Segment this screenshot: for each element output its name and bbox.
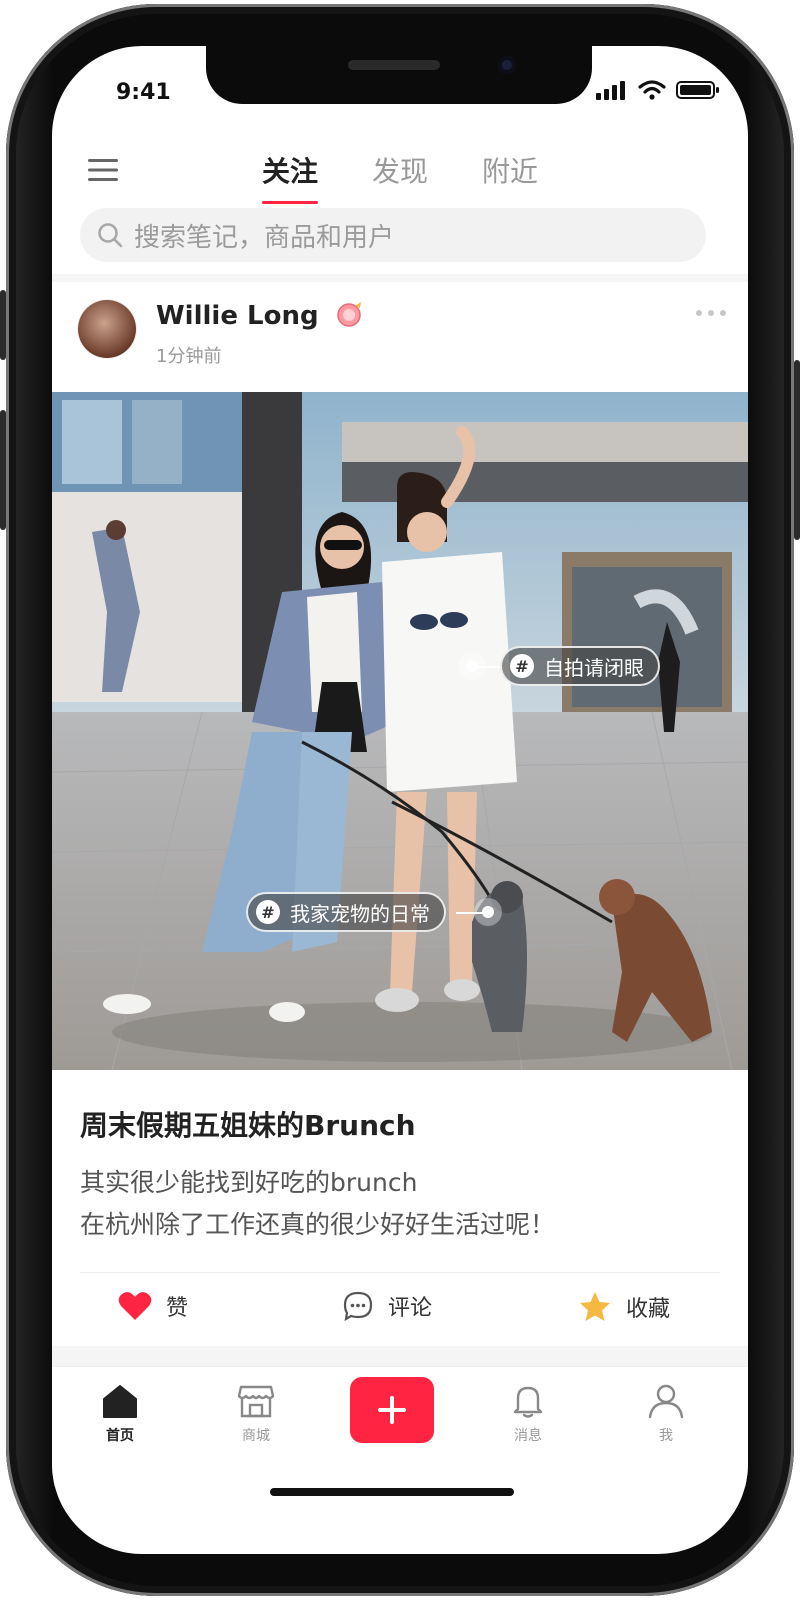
nav-profile[interactable]: 我 — [626, 1383, 706, 1445]
phone-screen: 9:41 关注 发现 附近 搜索笔记，商品和用户 Willie Long 1分钟… — [52, 46, 748, 1554]
photo-tag[interactable]: # 自拍请闭眼 — [500, 646, 660, 686]
like-button[interactable]: 赞 — [118, 1290, 188, 1322]
nav-store[interactable]: 商城 — [216, 1383, 296, 1445]
speaker — [348, 60, 440, 70]
nav-messages[interactable]: 消息 — [488, 1383, 568, 1445]
photo-tag-label: 自拍请闭眼 — [544, 655, 644, 680]
post-time: 1分钟前 — [156, 346, 222, 367]
search-placeholder: 搜索笔记，商品和用户 — [134, 222, 395, 253]
tab-nearby[interactable]: 附近 — [482, 150, 538, 200]
photo-tag[interactable]: # 我家宠物的日常 — [246, 892, 446, 932]
star-icon — [580, 1292, 610, 1321]
signal-icon — [596, 81, 625, 100]
level-badge-icon — [336, 302, 361, 327]
nav-store-label: 商城 — [242, 1428, 270, 1444]
photo-tag-label: 我家宠物的日常 — [290, 901, 430, 926]
username[interactable]: Willie Long — [156, 300, 364, 331]
post-title: 周末假期五姐妹的Brunch — [80, 1109, 416, 1142]
hashtag-icon: # — [256, 900, 280, 924]
post-body: 其实很少能找到好吃的brunch 在杭州除了工作还真的很少好好生活过呢！ — [80, 1162, 555, 1246]
status-time: 9:41 — [116, 80, 171, 105]
tab-following[interactable]: 关注 — [261, 150, 318, 204]
collect-button[interactable]: 收藏 — [578, 1290, 670, 1324]
home-icon — [103, 1385, 137, 1418]
bottom-nav: 首页 商城 消息 我 — [52, 1366, 748, 1487]
search-icon — [98, 223, 123, 248]
search-bar[interactable]: 搜索笔记，商品和用户 — [80, 208, 706, 262]
tag-anchor — [466, 660, 478, 672]
top-tabs: 关注 发现 附近 — [52, 150, 748, 204]
battery-icon — [676, 81, 719, 99]
home-indicator[interactable] — [270, 1488, 514, 1496]
tab-discover[interactable]: 发现 — [372, 150, 428, 200]
comment-button[interactable]: 评论 — [342, 1290, 432, 1322]
heart-icon — [118, 1292, 152, 1320]
status-icons — [596, 80, 720, 100]
nav-home-label: 首页 — [106, 1428, 134, 1444]
nav-messages-label: 消息 — [514, 1428, 542, 1444]
hashtag-icon: # — [510, 654, 534, 678]
profile-icon — [648, 1384, 684, 1419]
create-post-button[interactable] — [350, 1377, 434, 1443]
like-label: 赞 — [166, 1296, 189, 1321]
notch — [206, 46, 592, 104]
avatar[interactable] — [78, 300, 136, 358]
username-text: Willie Long — [156, 301, 319, 331]
collect-label: 收藏 — [626, 1297, 671, 1322]
photo-illustration — [52, 392, 748, 1070]
wifi-icon — [638, 80, 666, 100]
divider — [80, 1272, 720, 1273]
comment-label: 评论 — [388, 1296, 433, 1321]
nav-profile-label: 我 — [659, 1428, 673, 1444]
tag-anchor — [482, 906, 494, 918]
divider — [52, 274, 748, 282]
side-button — [794, 360, 800, 540]
post-body-line: 其实很少能找到好吃的brunch — [80, 1168, 418, 1197]
plus-icon — [378, 1396, 406, 1424]
comment-icon — [343, 1291, 373, 1322]
post-actions: 赞 评论 收藏 — [52, 1282, 748, 1342]
nav-home[interactable]: 首页 — [80, 1383, 160, 1445]
front-camera — [498, 56, 516, 74]
divider — [52, 1346, 748, 1366]
bell-icon — [513, 1386, 543, 1418]
side-button — [0, 410, 6, 530]
post-body-line: 在杭州除了工作还真的很少好好生活过呢！ — [80, 1210, 556, 1239]
post-photo[interactable]: # 自拍请闭眼 # 我家宠物的日常 — [52, 392, 748, 1070]
side-button — [0, 290, 6, 360]
store-icon — [237, 1385, 275, 1418]
more-options-icon[interactable] — [696, 310, 726, 316]
